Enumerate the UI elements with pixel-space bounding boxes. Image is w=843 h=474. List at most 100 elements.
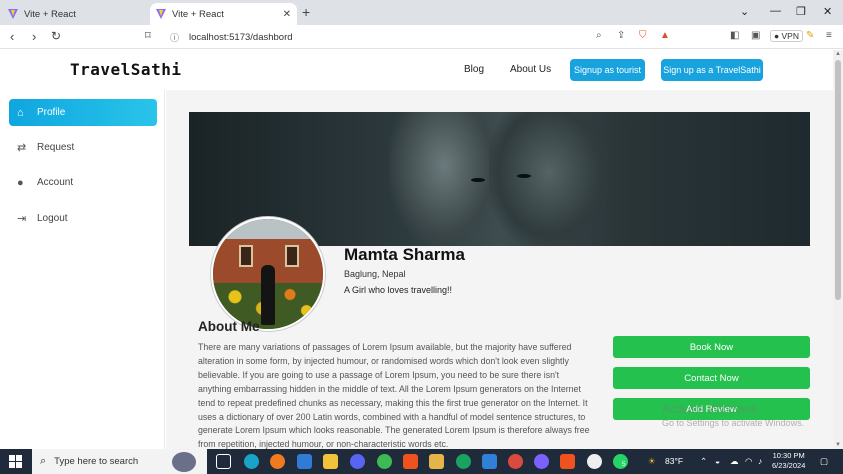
search-highlight-icon[interactable] xyxy=(172,452,196,472)
search-icon: ⌕ xyxy=(40,455,47,467)
brave-active-icon[interactable] xyxy=(560,454,575,469)
scroll-thumb[interactable] xyxy=(835,60,841,300)
nav-blog-link[interactable]: Blog xyxy=(464,64,484,75)
tab-title: Vite + React xyxy=(172,8,224,20)
app-icon[interactable] xyxy=(508,454,523,469)
page-scrollbar[interactable]: ▲ ▼ xyxy=(833,50,843,449)
contact-now-button[interactable]: Contact Now xyxy=(613,367,810,389)
profile-location: Baglung, Nepal xyxy=(344,269,406,279)
scroll-down-icon[interactable]: ▼ xyxy=(835,442,841,448)
sidebar-toggle-icon[interactable]: ◧ xyxy=(730,30,739,41)
store-icon[interactable] xyxy=(429,454,444,469)
avatar-window xyxy=(285,245,299,267)
site-logo[interactable]: TravelSathi xyxy=(70,60,181,79)
close-window-button[interactable]: ✕ xyxy=(823,5,832,18)
network-icon[interactable]: ◒ xyxy=(715,456,720,466)
activate-windows-subtitle: Go to Settings to activate Windows. xyxy=(662,418,805,428)
home-icon: ⌂ xyxy=(17,106,24,119)
sidebar-item-label: Account xyxy=(37,177,74,188)
book-now-button[interactable]: Book Now xyxy=(613,336,810,358)
about-title: About Me xyxy=(198,319,260,334)
sidebar-item-label: Request xyxy=(37,142,75,153)
github-icon[interactable] xyxy=(587,454,602,469)
new-tab-button[interactable]: + xyxy=(302,4,310,20)
task-view-icon[interactable] xyxy=(216,454,231,469)
address-bar: ‹ › ↻ ⌑ ⓘ localhost:5173/dashbord ⌕ ⇪ ⛉ … xyxy=(0,25,843,49)
sidebar-item-request[interactable]: ⇄ Request xyxy=(9,134,157,161)
sidebar-item-label: Logout xyxy=(37,213,68,224)
browser-tab[interactable]: Vite + React xyxy=(2,3,147,25)
scroll-up-icon[interactable]: ▲ xyxy=(835,51,841,57)
avatar xyxy=(211,217,325,331)
reload-icon[interactable]: ↻ xyxy=(51,29,61,43)
sidebar-item-logout[interactable]: ⇥ Logout xyxy=(9,205,157,232)
onedrive-icon[interactable]: ☁ xyxy=(730,456,739,467)
avatar-person xyxy=(261,265,275,325)
file-explorer-icon[interactable] xyxy=(323,454,338,469)
logout-icon: ⇥ xyxy=(17,213,27,225)
close-tab-icon[interactable]: ✕ xyxy=(283,9,291,20)
share-icon[interactable]: ⇪ xyxy=(617,30,625,41)
vite-icon xyxy=(8,9,18,19)
notifications-icon[interactable]: ▢ xyxy=(820,456,828,467)
nav-about-link[interactable]: About Us xyxy=(510,64,551,75)
tab-search-icon[interactable]: ⌄ xyxy=(740,5,749,18)
vpn-label: VPN xyxy=(781,31,799,41)
banner-eye xyxy=(517,174,531,178)
wallet-icon[interactable]: ▣ xyxy=(751,30,760,41)
about-text: There are many variations of passages of… xyxy=(198,342,590,449)
brave-icon[interactable] xyxy=(403,454,418,469)
menu-icon[interactable]: ≡ xyxy=(826,30,832,41)
brave-rewards-icon[interactable]: ▲ xyxy=(660,30,670,41)
browser-tab-active[interactable]: Vite + React ✕ xyxy=(150,3,297,25)
sidebar-item-profile[interactable]: ⌂ Profile xyxy=(9,99,157,126)
banner-face-right xyxy=(489,112,609,246)
bookmark-icon[interactable]: ⌑ xyxy=(145,29,151,42)
chrome-icon[interactable] xyxy=(377,454,392,469)
signup-tourist-button[interactable]: Signup as tourist xyxy=(570,59,645,81)
windows-taskbar: ⌕ Type here to search 5 ☀ 83°F ⌃ ◒ ☁ ◠ ♪… xyxy=(0,449,843,474)
clock-date: 6/23/2024 xyxy=(772,461,806,470)
web-page: TravelSathi Blog About Us Signup as tour… xyxy=(0,50,833,449)
windows-start-icon[interactable] xyxy=(9,455,22,468)
maximize-button[interactable]: ❐ xyxy=(796,5,806,18)
user-icon: ● xyxy=(17,176,24,189)
discord-icon[interactable] xyxy=(350,454,365,469)
avatar-window xyxy=(239,245,253,267)
volume-icon[interactable]: ♪ xyxy=(758,456,762,466)
profile-name: Mamta Sharma xyxy=(344,245,465,264)
browser-tab-bar: Vite + React Vite + React ✕ + ⌄ — ❐ ✕ xyxy=(0,0,843,25)
sidebar-item-account[interactable]: ● Account xyxy=(9,169,157,196)
tab-title: Vite + React xyxy=(24,8,76,20)
tray-chevron-icon[interactable]: ⌃ xyxy=(700,456,707,467)
edge-icon[interactable] xyxy=(244,454,259,469)
profile-bio: A Girl who loves travelling!! xyxy=(344,285,453,295)
vpn-button[interactable]: ● VPN xyxy=(770,30,803,42)
url-field[interactable]: ⓘ localhost:5173/dashbord xyxy=(160,27,680,47)
sidebar-item-label: Profile xyxy=(37,107,66,118)
zoom-icon[interactable]: ⌕ xyxy=(596,30,602,41)
back-icon[interactable]: ‹ xyxy=(10,29,14,44)
main-content: Mamta Sharma Baglung, Nepal A Girl who l… xyxy=(166,90,833,449)
vscode-icon[interactable] xyxy=(482,454,497,469)
site-info-icon[interactable]: ⓘ xyxy=(170,31,179,44)
activate-windows-title: Activate Windows xyxy=(662,402,757,416)
leo-icon[interactable]: ✎ xyxy=(806,30,814,41)
weather-temp[interactable]: 83°F xyxy=(665,456,683,466)
swap-icon: ⇄ xyxy=(17,142,27,154)
url-text: localhost:5173/dashbord xyxy=(189,31,293,43)
sidebar: ⌂ Profile ⇄ Request ● Account ⇥ Logout xyxy=(0,90,165,449)
taskbar-clock[interactable]: 10:30 PM 6/23/2024 xyxy=(772,451,805,471)
infinity-app-icon[interactable] xyxy=(456,454,471,469)
firefox-icon[interactable] xyxy=(270,454,285,469)
brave-shield-icon[interactable]: ⛉ xyxy=(639,30,647,41)
signup-travelsathi-button[interactable]: Sign up as a TravelSathi xyxy=(661,59,763,81)
minimize-button[interactable]: — xyxy=(770,5,781,17)
mail-icon[interactable] xyxy=(297,454,312,469)
forward-icon[interactable]: › xyxy=(32,29,36,44)
weather-icon: ☀ xyxy=(648,456,656,466)
whatsapp-badge: 5 xyxy=(622,461,626,468)
banner-eye xyxy=(471,178,485,182)
wifi-icon[interactable]: ◠ xyxy=(745,456,752,467)
viber-icon[interactable] xyxy=(534,454,549,469)
